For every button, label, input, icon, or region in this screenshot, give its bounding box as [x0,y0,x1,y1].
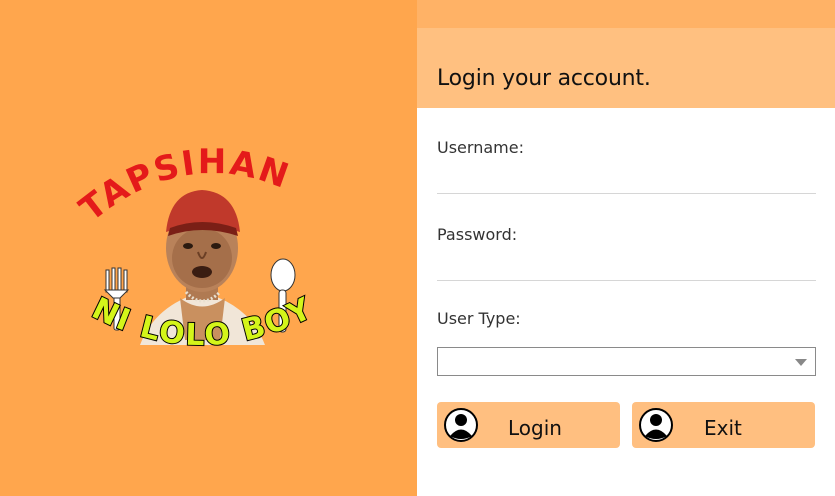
usertype-select[interactable] [437,347,816,376]
brand-logo: TAPSIHAN NI LOLO BOY [70,140,318,354]
login-button-label: Login [508,416,562,440]
user-icon [444,408,478,442]
password-label: Password: [437,225,518,244]
login-panel: Login your account. Username: Password: … [417,0,835,496]
username-label: Username: [437,138,524,157]
exit-button[interactable]: Exit [632,402,815,448]
top-strip [417,0,835,28]
header-band: Login your account. [417,28,835,108]
login-button[interactable]: Login [437,402,620,448]
chevron-down-icon[interactable] [795,359,807,366]
password-field[interactable] [437,252,816,281]
page-title: Login your account. [437,66,651,91]
user-icon [639,408,673,442]
brand-panel: TAPSIHAN NI LOLO BOY [0,0,417,496]
exit-button-label: Exit [704,416,742,440]
username-field[interactable] [437,165,816,194]
usertype-label: User Type: [437,309,521,328]
